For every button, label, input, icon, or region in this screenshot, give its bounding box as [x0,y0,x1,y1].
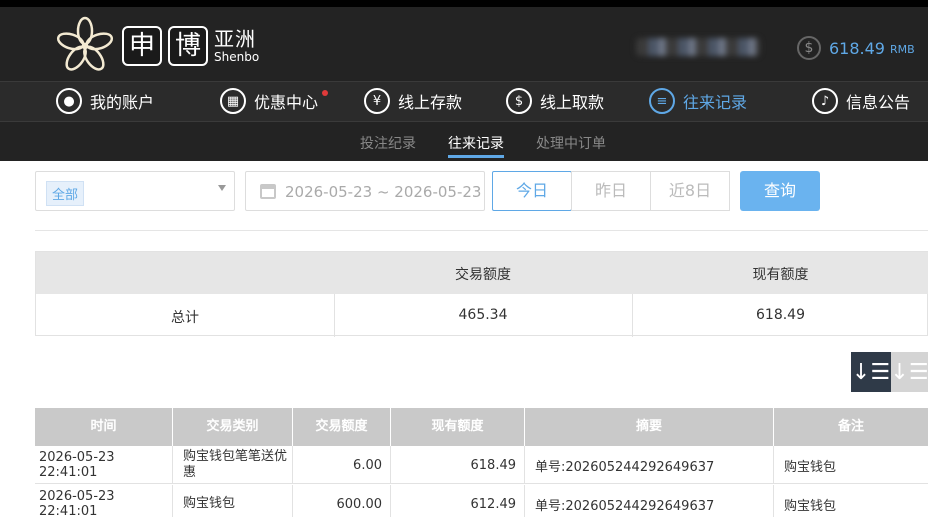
query-button[interactable]: 查询 [740,171,820,211]
main-nav: ● 我的账户 ▦ 优惠中心 ¥ 线上存款 $ 线上取款 ≡ 往来记录 ♪ 信息公… [0,81,928,122]
calendar-icon [260,184,276,199]
cell-amount: 600.00 [293,485,391,517]
cell-memo: 单号:202605244292649637 [525,485,774,517]
cell-time: 2026-05-23 22:41:01 [35,485,173,517]
brand-logo[interactable]: 申 博 亚洲 Shenbo [54,15,259,77]
yesterday-button[interactable]: 昨日 [571,171,651,211]
cell-category: 购宝钱包 [173,485,293,517]
deposit-icon: ¥ [364,88,390,114]
summary-header-amount: 交易额度 [455,267,511,283]
dollar-icon: $ [797,36,821,60]
table-row[interactable]: 2026-05-23 22:41:01 购宝钱包笔笔送优惠 6.00 618.4… [35,446,928,484]
table-header: 时间 交易类别 交易额度 现有额度 摘要 备注 [35,408,928,446]
summary-table: 交易额度 现有额度 总计 465.34 618.49 [35,251,928,337]
nav-item-my-account[interactable]: ● 我的账户 [56,88,154,114]
sort-descending-button[interactable]: ↓☰ [851,352,891,392]
sort-asc-icon: ↓☰ [890,359,928,385]
cell-memo: 单号:202605244292649637 [525,446,774,484]
flower-logo-icon [56,16,114,71]
cell-note: 购宝钱包 [784,498,837,514]
chevron-down-icon [218,185,226,191]
tab-transaction-records[interactable]: 往来记录 [448,133,504,153]
nav-item-records[interactable]: ≡ 往来记录 [649,88,747,114]
user-icon: ● [56,88,82,114]
cell-note: 购宝钱包 [784,459,837,475]
summary-total-amount: 465.34 [458,307,508,323]
column-header-amount[interactable]: 交易额度 [293,408,391,446]
gift-icon: ▦ [220,88,246,114]
nav-label: 线上存款 [398,93,463,112]
date-range-picker[interactable]: 2026-05-23 ~ 2026-05-23 [245,171,485,211]
logo-char-box-2: 博 [168,26,208,66]
balance-amount: 618.49 [829,38,885,58]
sub-nav: 投注纪录 往来记录 处理中订单 [0,122,928,161]
nav-item-deposit[interactable]: ¥ 线上存款 [364,88,462,114]
column-header-memo[interactable]: 摘要 [525,408,774,446]
summary-header-balance: 现有额度 [752,267,809,283]
logo-text: 亚洲 Shenbo [214,28,259,64]
sort-ascending-button[interactable]: ↓☰ [890,352,928,392]
records-icon: ≡ [649,88,675,114]
summary-total-balance: 618.49 [756,307,805,323]
cell-time: 2026-05-23 22:41:01 [35,446,173,484]
withdraw-icon: $ [506,88,532,114]
nav-label: 信息公告 [846,93,911,112]
last-8-days-button[interactable]: 近8日 [650,171,730,211]
account-balance[interactable]: $ 618.49 RMB [797,36,915,60]
table-row[interactable]: 2026-05-23 22:41:01 购宝钱包 600.00 612.49 单… [35,485,928,517]
date-range-value: 2026-05-23 ~ 2026-05-23 [285,183,482,201]
type-select[interactable]: 全部 [35,171,235,211]
cell-balance: 612.49 [391,485,525,517]
nav-item-announcements[interactable]: ♪ 信息公告 [812,88,910,114]
nav-label: 线上取款 [540,93,605,112]
nav-item-promotions[interactable]: ▦ 优惠中心 [220,88,329,114]
cell-balance: 618.49 [391,446,525,484]
column-header-category[interactable]: 交易类别 [173,408,293,446]
column-header-note[interactable]: 备注 [774,408,928,446]
divider [35,230,928,231]
column-header-balance[interactable]: 现有额度 [391,408,525,446]
cell-amount: 6.00 [293,446,391,484]
summary-total-label: 总计 [171,310,199,326]
logo-name-en: Shenbo [214,50,260,64]
selected-type-tag: 全部 [46,181,85,206]
tab-pending-orders[interactable]: 处理中订单 [536,133,606,153]
active-tab-underline [448,155,504,158]
notification-dot [322,90,329,96]
cell-category: 购宝钱包笔笔送优惠 [173,446,293,484]
logo-char-box-1: 申 [122,26,162,66]
column-header-time[interactable]: 时间 [35,408,173,446]
sort-desc-icon: ↓☰ [851,359,891,385]
nav-label: 优惠中心 [254,93,319,112]
username-blurred[interactable] [636,38,760,56]
nav-item-withdraw[interactable]: $ 线上取款 [506,88,604,114]
tab-bet-records[interactable]: 投注纪录 [360,133,416,153]
balance-unit: RMB [889,43,915,56]
top-strip [0,0,928,7]
nav-label: 我的账户 [90,93,155,112]
bell-icon: ♪ [812,88,838,114]
today-button[interactable]: 今日 [492,171,572,211]
site-header: 申 博 亚洲 Shenbo $ 618.49 RMB [0,7,928,81]
logo-name-cn: 亚洲 [214,27,256,51]
nav-label: 往来记录 [683,93,748,112]
